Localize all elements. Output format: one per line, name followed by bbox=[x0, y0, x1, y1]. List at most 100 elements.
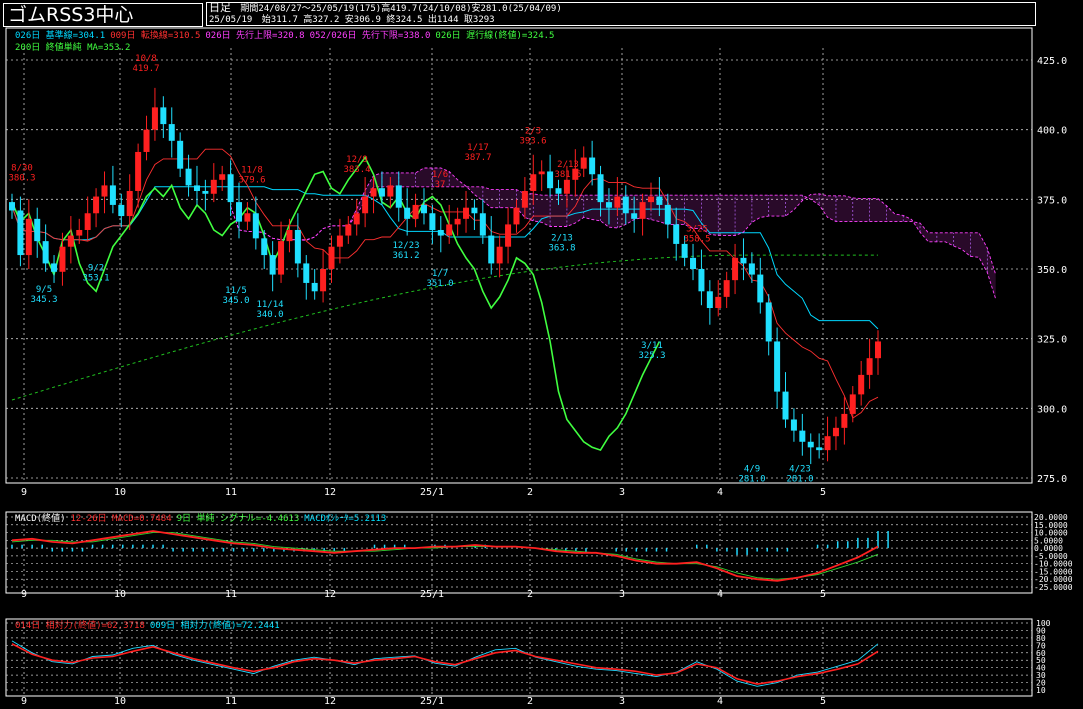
candle-down bbox=[698, 269, 705, 292]
price-x-tick: 5 bbox=[820, 487, 826, 498]
annotation-date: 9/2 bbox=[88, 263, 104, 273]
candle-down bbox=[118, 204, 125, 217]
price-x-tick: 3 bbox=[619, 487, 625, 498]
candle-up bbox=[639, 202, 646, 219]
candle-down bbox=[9, 202, 15, 211]
candle-down bbox=[193, 185, 200, 191]
candle-down bbox=[799, 430, 806, 442]
macd-x-tick: 4 bbox=[717, 589, 723, 600]
price-x-tick: 25/1 bbox=[420, 487, 444, 498]
candle-up bbox=[866, 358, 873, 375]
candle-down bbox=[236, 202, 243, 222]
candle-down bbox=[471, 207, 478, 214]
candle-down bbox=[168, 124, 175, 141]
rsi-panel: 100908070605040302010 bbox=[6, 619, 1051, 695]
candle-down bbox=[740, 257, 747, 264]
candle-down bbox=[261, 238, 268, 256]
candle-up bbox=[723, 280, 730, 297]
candle-up bbox=[538, 171, 545, 175]
candle-up bbox=[25, 218, 32, 256]
candle-down bbox=[160, 107, 167, 125]
candle-down bbox=[605, 202, 612, 208]
candle-down bbox=[395, 185, 402, 208]
candle-up bbox=[336, 235, 343, 247]
annotation-date: 11/14 bbox=[256, 300, 283, 310]
rsi-x-tick: 12 bbox=[324, 696, 336, 707]
candle-down bbox=[622, 196, 629, 214]
annotation-value: 281.0 bbox=[738, 474, 765, 484]
candle-down bbox=[303, 263, 310, 283]
macd-y-tick: -25.0000 bbox=[1034, 583, 1073, 592]
price-x-tick: 4 bbox=[717, 487, 723, 498]
candle-up bbox=[353, 213, 360, 225]
candle-up bbox=[530, 174, 537, 191]
candle-up bbox=[387, 185, 394, 197]
candle-down bbox=[664, 204, 671, 225]
annotation-date: 2/3 bbox=[525, 127, 541, 137]
annotation-date: 3/11 bbox=[641, 341, 663, 351]
candle-up bbox=[614, 196, 621, 208]
candle-up bbox=[219, 174, 226, 180]
rsi14-line bbox=[11, 643, 879, 685]
annotation-value: 381.5 bbox=[554, 170, 581, 180]
candle-up bbox=[135, 151, 142, 191]
annotation-date: 11/8 bbox=[241, 166, 263, 176]
annotation-value: 380.3 bbox=[8, 174, 35, 184]
annotation-value: 419.7 bbox=[132, 64, 159, 74]
rsi-x-tick: 25/1 bbox=[420, 696, 444, 707]
price-y-tick: 375.0 bbox=[1037, 195, 1067, 206]
rsi-x-tick: 2 bbox=[527, 696, 533, 707]
annotation-value: 379.6 bbox=[238, 176, 265, 186]
candle-down bbox=[488, 235, 495, 264]
price-y-tick: 325.0 bbox=[1037, 335, 1067, 346]
macd-x-tick: 2 bbox=[527, 589, 533, 600]
candle-down bbox=[547, 171, 554, 189]
candle-up bbox=[244, 213, 251, 222]
candle-down bbox=[479, 213, 486, 236]
rsi-x-tick: 9 bbox=[21, 696, 27, 707]
candle-up bbox=[286, 229, 293, 242]
annotation-value: 387.7 bbox=[464, 153, 491, 163]
candle-up bbox=[849, 394, 856, 414]
candle-down bbox=[294, 229, 301, 264]
annotation-value: 281.0 bbox=[786, 474, 813, 484]
candle-up bbox=[496, 246, 503, 264]
candle-up bbox=[328, 246, 335, 269]
annotation-date: 10/8 bbox=[135, 54, 157, 64]
price-x-tick: 2 bbox=[527, 487, 533, 498]
annotation-date: 11/5 bbox=[225, 286, 247, 296]
candle-down bbox=[429, 213, 436, 230]
candle-up bbox=[505, 224, 512, 247]
candle-up bbox=[362, 196, 369, 214]
candle-down bbox=[34, 218, 41, 242]
annotation-value: 340.0 bbox=[256, 310, 283, 320]
candle-up bbox=[93, 196, 100, 214]
candle-down bbox=[185, 168, 192, 186]
annotation-date: 1/6 bbox=[432, 170, 448, 180]
price-x-tick: 11 bbox=[225, 487, 237, 498]
price-y-tick: 275.0 bbox=[1037, 474, 1067, 485]
candle-up bbox=[412, 204, 419, 219]
candle-up bbox=[67, 235, 74, 247]
annotation-value: 361.2 bbox=[392, 251, 419, 261]
candle-down bbox=[774, 341, 781, 392]
candle-down bbox=[706, 291, 713, 309]
macd-x-tick: 11 bbox=[225, 589, 237, 600]
candle-down bbox=[757, 274, 764, 303]
candle-up bbox=[126, 190, 133, 217]
candle-up bbox=[875, 341, 881, 359]
candle-down bbox=[404, 207, 411, 219]
candle-up bbox=[320, 269, 327, 292]
candle-up bbox=[580, 157, 587, 169]
candle-up bbox=[858, 374, 865, 395]
macd-x-tick: 5 bbox=[820, 589, 826, 600]
price-x-tick: 12 bbox=[324, 487, 336, 498]
annotation-value: 358.5 bbox=[683, 234, 710, 244]
annotation-date: 2/13 bbox=[551, 234, 573, 244]
candle-up bbox=[76, 229, 83, 236]
annotation-date: 8/30 bbox=[11, 164, 33, 174]
candle-up bbox=[647, 196, 654, 203]
candle-down bbox=[555, 188, 562, 194]
candle-up bbox=[101, 185, 108, 197]
candle-up bbox=[278, 241, 285, 275]
